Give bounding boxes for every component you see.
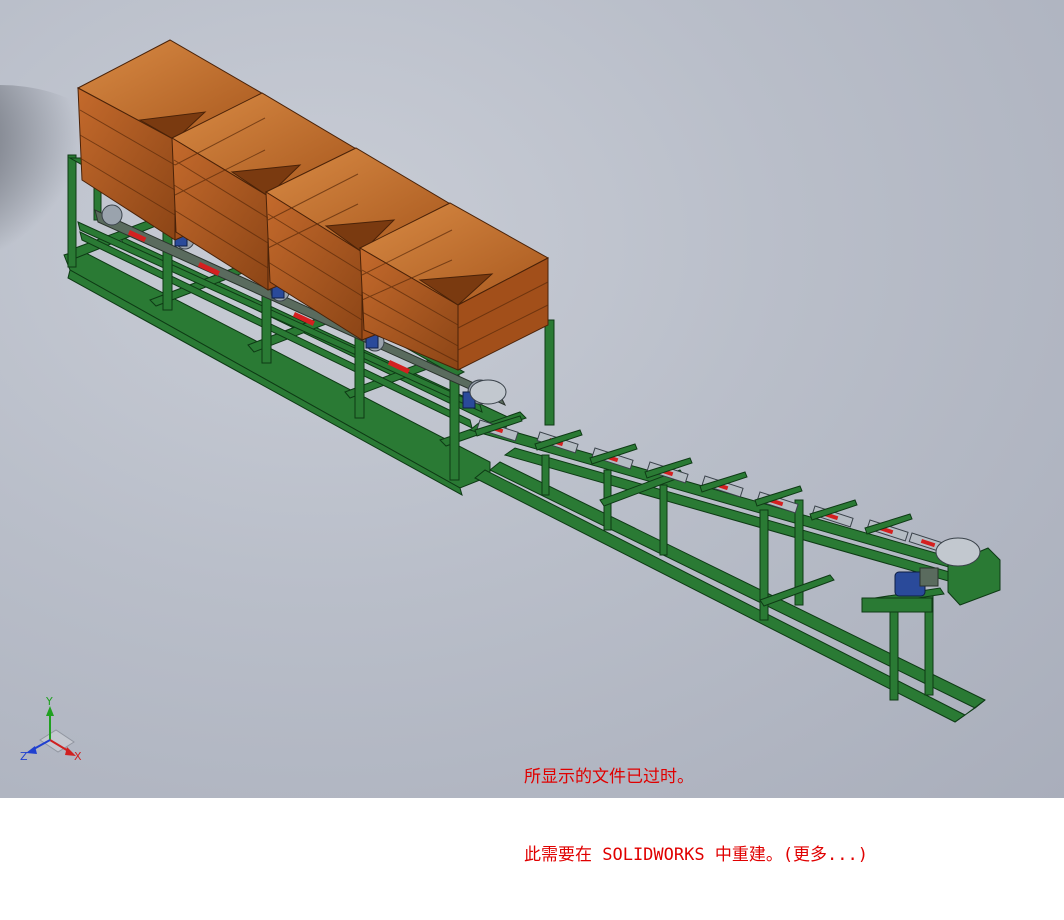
triad-y-label: Y	[45, 695, 53, 708]
tail-pulley	[469, 379, 507, 405]
incline-conveyor	[468, 379, 1001, 723]
coordinate-triad: Y X Z	[20, 695, 82, 763]
warning-line-2[interactable]: 此需要在 SOLIDWORKS 中重建。(更多...)	[524, 842, 868, 868]
warning-line-1: 所显示的文件已过时。	[524, 767, 694, 787]
graphics-area[interactable]: Y X Z 所显示的文件已过时。 此需要在 SOLIDWORKS 中重建。(更多…	[0, 0, 1064, 865]
triad-z-label: Z	[20, 750, 28, 763]
3d-model-view[interactable]: Y X Z	[0, 0, 1064, 798]
triad-x-label: X	[74, 750, 82, 763]
rebuild-warning[interactable]: 所显示的文件已过时。 此需要在 SOLIDWORKS 中重建。(更多...)	[524, 712, 868, 920]
